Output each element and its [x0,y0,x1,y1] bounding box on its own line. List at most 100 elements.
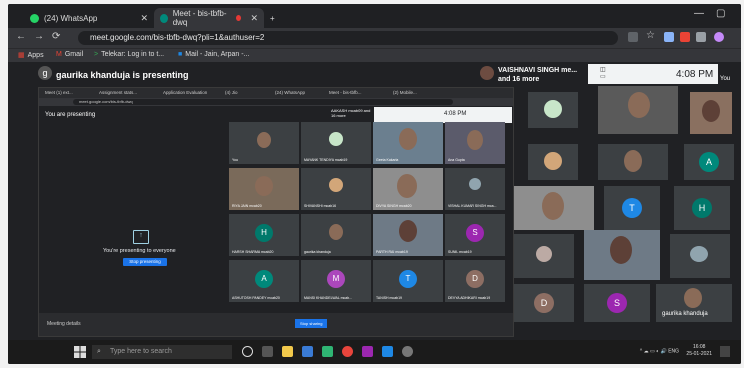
app-icon[interactable] [322,346,333,357]
shared-top-participant: AAKASH mcab09 and 16 more [331,108,371,118]
close-icon[interactable]: ✕ [250,13,258,24]
star-icon[interactable]: ☆ [646,30,655,41]
participant-video [399,128,417,150]
recording-icon [236,15,242,21]
shared-screen: Meet (1) ext... Assignment stats... Appl… [38,87,514,337]
participant-tile[interactable]: S [584,284,650,322]
shared-tab: (4) Jio [225,90,238,95]
participant-tile[interactable] [598,144,668,180]
layout-icon[interactable]: ◫ ▭ [600,67,606,81]
participant-initial: D [466,269,484,288]
participant-tile[interactable] [528,144,578,180]
bookmarks-bar: ▦ Apps M Gmail > Telekar: Log in to t... ■ M… [8,48,741,63]
tab-label: (24) WhatsApp [44,13,98,23]
participant-name: PARTH RAI mcab19 [376,250,408,254]
bookmark-apps[interactable]: ▦ Apps [18,51,44,60]
bookmark-mail[interactable]: ■ Mail - Jain, Arpan -... [178,51,249,58]
participant-tile[interactable]: D DEVYA ADHIKARI mcab19 [445,260,505,302]
participant-tile[interactable]: M MANSI KHANDELWAL mcab... [301,260,371,302]
store-icon[interactable] [302,346,313,357]
participant-name: HARSH SHARMA mcab20 [232,250,274,254]
back-icon[interactable]: ← [16,31,26,42]
puzzle-icon[interactable] [696,32,706,42]
chrome-icon[interactable] [342,346,353,357]
participant-tile[interactable]: T [604,186,660,230]
shared-tab: (24) WhatsApp [275,90,306,95]
new-tab-button[interactable]: + [264,8,281,28]
shared-url: meet.google.com/bis-tbfb-dwq [73,99,453,105]
participant-tile[interactable]: Geeta Kakarla [373,122,443,164]
forward-icon[interactable]: → [34,31,44,42]
self-label: You [720,76,731,82]
profile-avatar[interactable] [714,32,724,42]
tab-meet[interactable]: Meet - bis-tbfb-dwq ✕ [154,8,264,28]
app-icon[interactable] [362,346,373,357]
participant-tile[interactable] [514,186,594,230]
participant-avatar [480,66,494,80]
extension-icon[interactable] [680,32,690,42]
tray-icons: ^ ☁ ▭ ◐ 🔊 [639,348,669,355]
participant-tile[interactable]: DIVYA SINGH mcab20 [373,168,443,210]
taskbar-time: 16:08 [692,344,706,350]
participant-tile[interactable]: D [514,284,574,322]
camera-icon[interactable] [628,32,638,42]
url-field[interactable]: meet.google.com/bis-tbfb-dwq?pli=1&authu… [78,31,618,45]
extension-icon[interactable] [664,32,674,42]
participant-tile[interactable] [528,92,578,128]
taskbar-search[interactable]: ⌕ Type here to search [92,345,232,359]
participant-tile[interactable] [690,92,732,134]
participant-tile[interactable]: MAYANK TENDIYA mcab19 [301,122,371,164]
shared-tab: Meet (1) ext... [45,90,73,95]
stop-presenting-button[interactable]: Stop presenting [123,258,167,266]
url-text: meet.google.com/bis-tbfb-dwq?pli=1&authu… [90,33,265,42]
participant-tile[interactable]: T TANISH mcab19 [373,260,443,302]
taskbar-clock[interactable]: 16:08 25-01-2021 [686,344,712,358]
participant-tile[interactable]: S SUNIL mcab19 [445,214,505,256]
participant-video [399,220,417,242]
participant-initial: S [607,293,627,313]
participant-tile[interactable]: H [674,186,730,230]
participant-video [257,132,271,148]
shared-tab-bar: Meet (1) ext... Assignment stats... Appl… [39,88,513,98]
bookmark-gmail[interactable]: M Gmail [56,51,83,58]
participant-tile[interactable]: VISHAL KUMAR SINGH mca... [445,168,505,210]
participant-tile[interactable] [670,234,730,278]
bookmark-telekar[interactable]: > Telekar: Log in to t... [94,51,164,58]
participant-tile[interactable] [598,86,678,134]
file-explorer-icon[interactable] [282,346,293,357]
close-icon[interactable]: ✕ [140,13,148,24]
participant-tile[interactable]: A [684,144,734,180]
participant-tile[interactable]: A ASHUTOSH PANDEY mcab20 [229,260,299,302]
minimize-icon[interactable]: — [694,8,704,19]
participant-tile[interactable] [514,234,574,278]
participant-name: VISHAL KUMAR SINGH mca... [448,204,497,208]
participant-name: DIVYA SINGH mcab20 [376,204,412,208]
participant-more: and 16 more [498,76,540,83]
notifications-icon[interactable] [720,346,730,357]
language-indicator[interactable]: ENG [668,348,679,354]
tab-whatsapp[interactable]: (24) WhatsApp ✕ [24,8,154,28]
participant-tile[interactable]: SHIVANSHI mcab16 [301,168,371,210]
cortana-icon[interactable] [242,346,253,357]
windows-start-icon[interactable] [74,346,86,358]
participant-tile[interactable]: You [229,122,299,164]
participant-tile[interactable]: gaurika khanduja [301,214,371,256]
participant-tile[interactable]: H HARSH SHARMA mcab20 [229,214,299,256]
gmail-icon: M [56,51,62,58]
task-view-icon[interactable] [262,346,273,357]
participant-tile[interactable]: PARTH RAI mcab19 [373,214,443,256]
bookmark-label: Mail - Jain, Arpan -... [185,51,250,58]
app-icon[interactable] [382,346,393,357]
shared-tab: Meet - bis-tbfb... [329,90,362,95]
monitor-screen: (24) WhatsApp ✕ Meet - bis-tbfb-dwq ✕ + … [8,4,741,364]
participant-tile[interactable] [584,230,660,280]
participant-tile[interactable]: RIYA JAIN mcab20 [229,168,299,210]
reload-icon[interactable]: ⟳ [52,31,60,42]
presenting-message: You're presenting to everyone [103,248,176,254]
status-pill: ◫ ▭ 4:08 PM [588,64,718,84]
shared-tab: Application Evaluation [163,90,208,95]
participant-tile[interactable]: Ana Gupta [445,122,505,164]
stop-sharing-button: Stop sharing [295,319,328,328]
settings-icon[interactable] [402,346,413,357]
maximize-icon[interactable]: ▢ [716,8,725,19]
